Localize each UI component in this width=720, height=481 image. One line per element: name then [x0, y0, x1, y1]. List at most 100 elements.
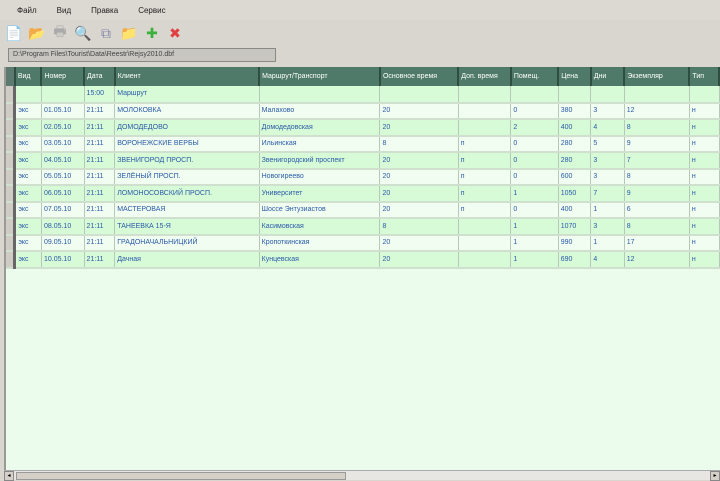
- row-selector[interactable]: [6, 102, 17, 120]
- table-cell[interactable]: экс: [14, 201, 42, 219]
- table-cell[interactable]: [259, 86, 381, 104]
- table-cell[interactable]: [558, 86, 592, 104]
- table-cell[interactable]: экс: [14, 234, 42, 252]
- table-cell[interactable]: п: [458, 168, 512, 186]
- table-cell[interactable]: 20: [379, 234, 459, 252]
- table-row[interactable]: экс 09.05.10 21:11 ГРАДОНАЧАЛЬНИЦКИЙ Кропотк…: [6, 234, 720, 252]
- table-cell[interactable]: 01.05.10: [41, 102, 85, 120]
- table-cell[interactable]: ЛОМОНОСОВСКИЙ ПРОСП.: [114, 185, 260, 203]
- table-cell[interactable]: экс: [14, 168, 42, 186]
- table-cell[interactable]: 20: [379, 152, 459, 170]
- table-cell[interactable]: п: [458, 135, 512, 153]
- table-cell[interactable]: 1: [590, 234, 625, 252]
- table-cell[interactable]: Домодедовская: [259, 119, 381, 137]
- table-cell[interactable]: 21:11: [84, 185, 116, 203]
- table-row[interactable]: экс 10.05.10 21:11 Дачная Кунцевская 20 1 690 4 1…: [6, 251, 720, 269]
- table-cell[interactable]: 0: [510, 201, 559, 219]
- table-cell[interactable]: [379, 86, 459, 104]
- table-cell[interactable]: экс: [14, 185, 42, 203]
- table-cell[interactable]: 8: [379, 135, 459, 153]
- table-cell[interactable]: [458, 86, 512, 104]
- table-cell[interactable]: 400: [558, 201, 592, 219]
- table-cell[interactable]: 3: [590, 102, 625, 120]
- row-selector[interactable]: [6, 218, 17, 236]
- table-cell[interactable]: 8: [624, 218, 690, 236]
- table-cell[interactable]: н: [689, 119, 720, 137]
- table-cell[interactable]: 02.05.10: [41, 119, 85, 137]
- table-cell[interactable]: экс: [14, 135, 42, 153]
- column-header[interactable]: Тип: [689, 67, 720, 86]
- table-cell[interactable]: 09.05.10: [41, 234, 85, 252]
- table-cell[interactable]: 21:11: [84, 201, 116, 219]
- column-header[interactable]: Цена: [558, 67, 592, 86]
- table-cell[interactable]: 0: [510, 152, 559, 170]
- table-cell[interactable]: Малахово: [259, 102, 381, 120]
- table-cell[interactable]: МОЛОКОВКА: [114, 102, 260, 120]
- table-cell[interactable]: МАСТЕРОВАЯ: [114, 201, 260, 219]
- column-header[interactable]: Вид: [14, 67, 43, 86]
- add-icon[interactable]: ✚: [142, 24, 162, 42]
- table-cell[interactable]: Касимовская: [259, 218, 381, 236]
- row-selector[interactable]: [6, 234, 17, 252]
- table-row[interactable]: экс 01.05.10 21:11 МОЛОКОВКА Малахово 20 0 380 3…: [6, 102, 720, 120]
- table-cell[interactable]: ЗЕЛЁНЫЙ ПРОСП.: [114, 168, 260, 186]
- table-cell[interactable]: экс: [14, 152, 42, 170]
- open-icon[interactable]: 📂: [27, 24, 47, 42]
- table-cell[interactable]: 8: [624, 168, 690, 186]
- table-cell[interactable]: 21:11: [84, 251, 116, 269]
- table-cell[interactable]: 12: [624, 102, 690, 120]
- table-cell[interactable]: п: [458, 185, 512, 203]
- table-cell[interactable]: 4: [590, 251, 625, 269]
- table-cell[interactable]: Дачная: [114, 251, 260, 269]
- table-cell[interactable]: 05.05.10: [41, 168, 85, 186]
- column-header[interactable]: Доп. время: [458, 67, 512, 86]
- table-cell[interactable]: 12: [624, 251, 690, 269]
- table-cell[interactable]: 990: [558, 234, 592, 252]
- table-cell[interactable]: Ильинская: [259, 135, 381, 153]
- table-cell[interactable]: 03.05.10: [41, 135, 85, 153]
- table-cell[interactable]: Кропоткинская: [259, 234, 381, 252]
- table-cell[interactable]: н: [689, 102, 720, 120]
- table-cell[interactable]: 8: [624, 119, 690, 137]
- table-cell[interactable]: 400: [558, 119, 592, 137]
- table-cell[interactable]: 21:11: [84, 119, 116, 137]
- table-cell[interactable]: 10.05.10: [41, 251, 85, 269]
- table-cell[interactable]: 21:11: [84, 234, 116, 252]
- table-cell[interactable]: ТАНЕЕВКА 15-Я: [114, 218, 260, 236]
- copy-icon[interactable]: ⧉: [96, 24, 116, 42]
- table-cell[interactable]: н: [689, 234, 720, 252]
- print-icon[interactable]: 🖶: [50, 23, 70, 42]
- row-selector[interactable]: [6, 135, 17, 153]
- table-cell[interactable]: 21:11: [84, 218, 116, 236]
- table-cell[interactable]: 280: [558, 135, 592, 153]
- row-selector[interactable]: [6, 251, 17, 269]
- table-cell[interactable]: 5: [590, 135, 625, 153]
- table-cell[interactable]: 3: [590, 152, 625, 170]
- row-selector[interactable]: [6, 201, 17, 219]
- table-cell[interactable]: ЗВЕНИГОРОД ПРОСП.: [114, 152, 260, 170]
- table-cell[interactable]: [590, 86, 625, 104]
- data-grid[interactable]: Вид Номер Дата Клиент Маршрут/Транспорт Основ…: [4, 67, 720, 470]
- table-cell[interactable]: 20: [379, 251, 459, 269]
- table-cell[interactable]: Университет: [259, 185, 381, 203]
- table-cell[interactable]: п: [458, 201, 512, 219]
- table-cell[interactable]: ВОРОНЕЖСКИЕ ВЕРБЫ: [114, 135, 260, 153]
- table-row[interactable]: экс 04.05.10 21:11 ЗВЕНИГОРОД ПРОСП. Звениго…: [6, 152, 720, 170]
- table-cell[interactable]: 7: [624, 152, 690, 170]
- table-cell[interactable]: 1: [510, 251, 559, 269]
- table-cell[interactable]: 9: [624, 135, 690, 153]
- table-cell[interactable]: [689, 86, 720, 104]
- table-cell[interactable]: 4: [590, 119, 625, 137]
- row-selector[interactable]: [6, 119, 17, 137]
- table-cell[interactable]: 690: [558, 251, 592, 269]
- table-cell[interactable]: 2: [510, 119, 559, 137]
- column-header[interactable]: Клиент: [114, 67, 261, 86]
- table-cell[interactable]: 0: [510, 102, 559, 120]
- table-row[interactable]: экс 05.05.10 21:11 ЗЕЛЁНЫЙ ПРОСП. Новогиреев…: [6, 168, 720, 186]
- table-cell[interactable]: [510, 86, 559, 104]
- table-cell[interactable]: 3: [590, 218, 625, 236]
- table-cell[interactable]: ГРАДОНАЧАЛЬНИЦКИЙ: [114, 234, 260, 252]
- table-cell[interactable]: 15:00: [84, 86, 116, 104]
- table-cell[interactable]: 20: [379, 185, 459, 203]
- table-row[interactable]: экс 03.05.10 21:11 ВОРОНЕЖСКИЕ ВЕРБЫ Ильинск…: [6, 135, 720, 153]
